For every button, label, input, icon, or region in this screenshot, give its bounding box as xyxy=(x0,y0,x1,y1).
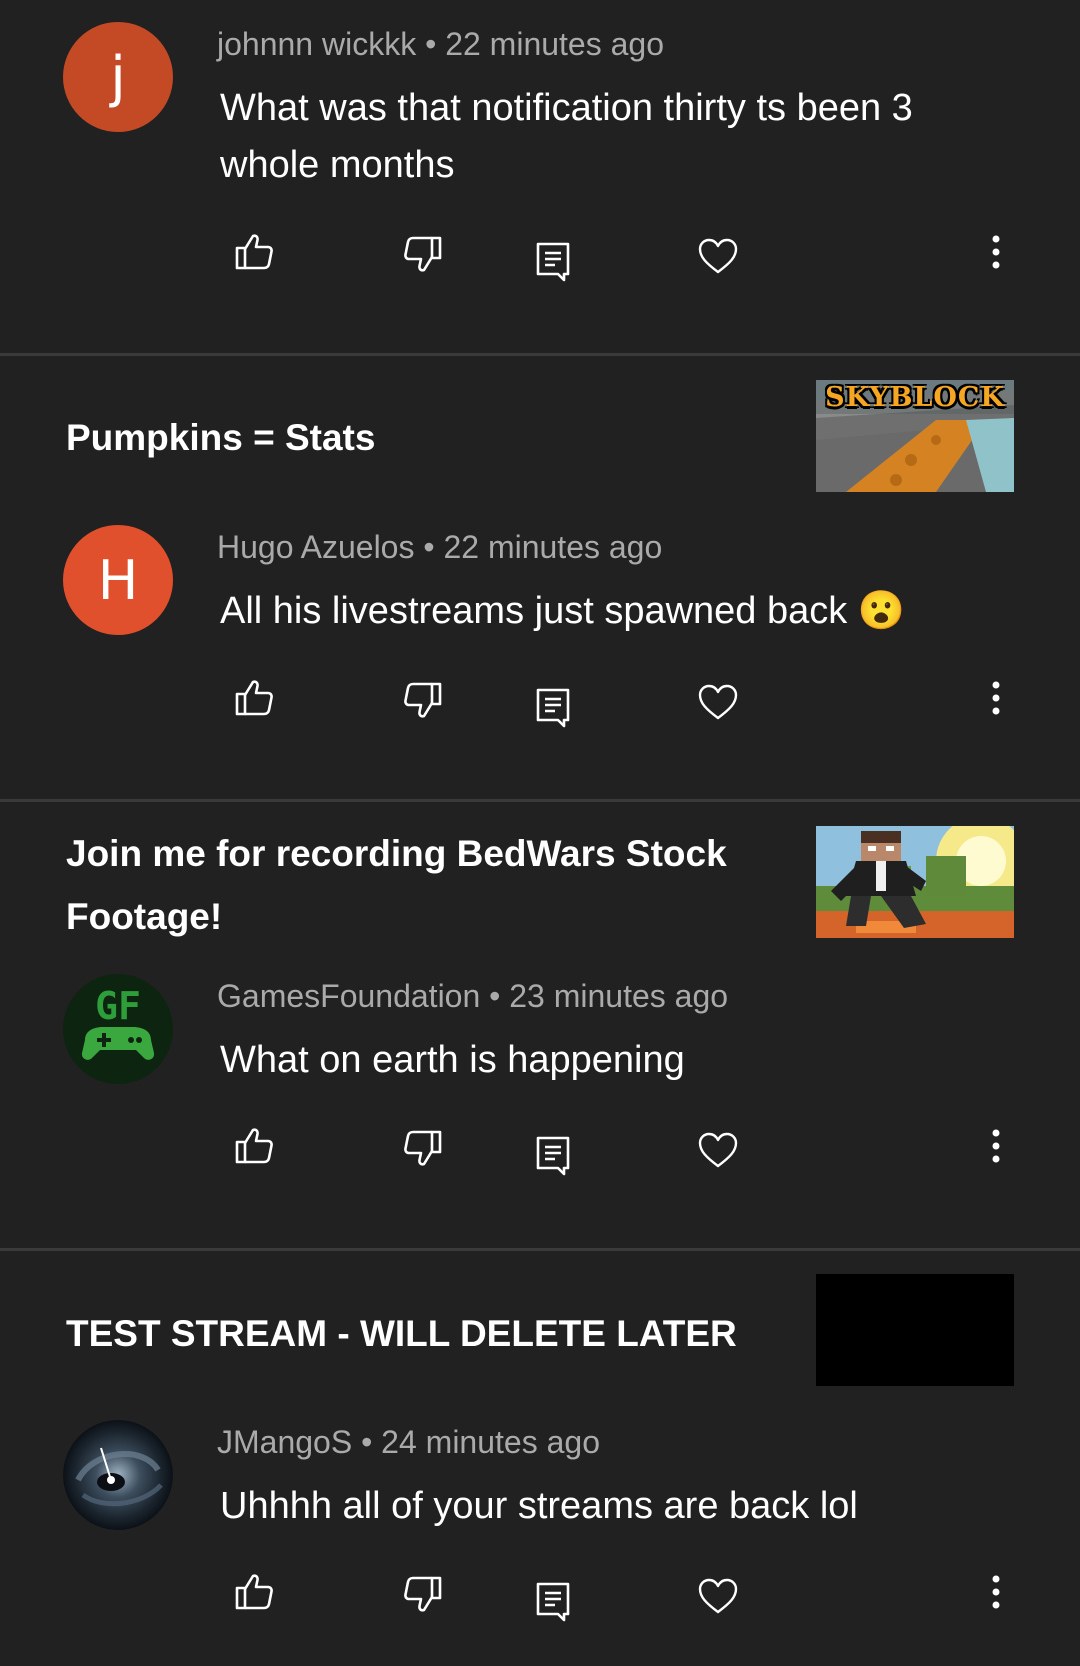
more-options-icon[interactable] xyxy=(984,678,1008,722)
like-icon[interactable] xyxy=(232,1568,276,1612)
like-icon[interactable] xyxy=(232,228,276,272)
dislike-icon[interactable] xyxy=(401,1128,445,1172)
dislike-icon[interactable] xyxy=(401,680,445,724)
meta-separator: • xyxy=(423,529,435,565)
avatar-letter: j xyxy=(110,44,126,110)
comment-text: What was that notification thirty ts bee… xyxy=(220,87,913,186)
avatar[interactable]: H xyxy=(63,525,173,635)
heart-icon[interactable] xyxy=(696,234,740,278)
comment-meta: JMangoS • 24 minutes ago xyxy=(217,1424,600,1461)
comment-time: 22 minutes ago xyxy=(445,26,664,62)
avatar-letter: GF xyxy=(95,984,141,1028)
comment-time: 22 minutes ago xyxy=(443,529,663,565)
reply-icon[interactable] xyxy=(531,238,575,282)
meta-separator: • xyxy=(425,26,437,62)
avatar[interactable]: GF xyxy=(63,974,173,1084)
comment-text: What on earth is happening xyxy=(220,1039,685,1081)
video-thumbnail[interactable] xyxy=(816,1274,1014,1386)
video-title[interactable]: Pumpkins = Stats xyxy=(66,406,746,469)
reply-icon[interactable] xyxy=(531,1132,575,1176)
dislike-icon[interactable] xyxy=(401,1574,445,1618)
comment-time: 23 minutes ago xyxy=(509,978,729,1014)
avatar-letter: H xyxy=(97,548,139,612)
like-icon[interactable] xyxy=(232,1122,276,1166)
divider xyxy=(0,1248,1080,1251)
video-thumbnail[interactable]: SKYBLOCK xyxy=(816,380,1014,492)
heart-icon[interactable] xyxy=(696,680,740,724)
comment-author[interactable]: JMangoS xyxy=(217,1424,352,1460)
meta-separator: • xyxy=(361,1424,373,1460)
comment-text: All his livestreams just spawned back 😮 xyxy=(220,590,906,632)
divider xyxy=(0,799,1080,802)
more-options-icon[interactable] xyxy=(984,232,1008,276)
comment-meta: Hugo Azuelos • 22 minutes ago xyxy=(217,529,662,566)
comment-meta: johnnn wickkk • 22 minutes ago xyxy=(217,26,664,63)
more-options-icon[interactable] xyxy=(984,1572,1008,1616)
comment-time: 24 minutes ago xyxy=(381,1424,600,1460)
avatar[interactable] xyxy=(63,1420,173,1530)
meta-separator: • xyxy=(489,978,501,1014)
dislike-icon[interactable] xyxy=(401,234,445,278)
comment-author[interactable]: johnnn wickkk xyxy=(217,26,416,62)
more-options-icon[interactable] xyxy=(984,1126,1008,1170)
comment-author[interactable]: Hugo Azuelos xyxy=(217,529,414,565)
heart-icon[interactable] xyxy=(696,1574,740,1618)
video-title[interactable]: TEST STREAM - WILL DELETE LATER xyxy=(66,1302,746,1365)
comment-text: Uhhhh all of your streams are back lol xyxy=(220,1485,858,1527)
galaxy-avatar-icon xyxy=(63,1420,173,1530)
divider xyxy=(0,353,1080,356)
heart-icon[interactable] xyxy=(696,1128,740,1172)
reply-icon[interactable] xyxy=(531,684,575,728)
avatar[interactable]: j xyxy=(63,22,173,132)
like-icon[interactable] xyxy=(232,674,276,718)
reply-icon[interactable] xyxy=(531,1578,575,1622)
comment-author[interactable]: GamesFoundation xyxy=(217,978,480,1014)
video-title[interactable]: Join me for recording BedWars Stock Foot… xyxy=(66,822,746,948)
comment-meta: GamesFoundation • 23 minutes ago xyxy=(217,978,728,1015)
video-thumbnail[interactable] xyxy=(816,826,1014,938)
thumbnail-text: SKYBLOCK xyxy=(825,382,1005,413)
gamepad-logo-icon: GF xyxy=(81,984,155,1060)
